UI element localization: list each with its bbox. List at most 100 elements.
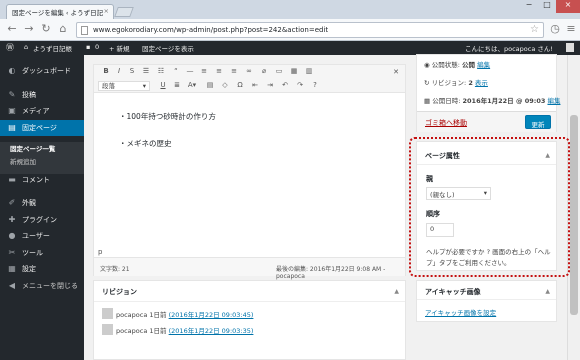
bookmark-star-icon[interactable]: ☆	[530, 24, 539, 35]
comments-count[interactable]: 0	[95, 43, 99, 51]
address-bar[interactable]: www.egokorodiary.com/wp-admin/post.php?p…	[76, 22, 544, 38]
sidebar-item-media[interactable]: ▣ メディア	[0, 103, 84, 119]
menu-icon[interactable]: ≡	[564, 22, 578, 36]
update-button[interactable]: 更新	[525, 115, 551, 129]
revision-link[interactable]: (2016年1月22日 09:03:35)	[169, 327, 254, 335]
content-line[interactable]: ・100年持つ砂時計の作り方	[119, 111, 216, 122]
toolbar-toggle-icon[interactable]: ▥	[303, 67, 315, 75]
sidebar-item-settings[interactable]: ▦ 設定	[0, 261, 84, 277]
redo-icon[interactable]: ↷	[294, 81, 306, 89]
publish-date: ▦ 公開日時: 2016年1月22日 @ 09:03 編集	[424, 95, 560, 105]
sidebar-item-label: 外観	[22, 199, 36, 207]
editor-toolbar: B I S ☰ ☷ “ — ≡ ≡ ≡ ∞ ⌀ ▭ ▦ ▥ ✕ 段落 ▾ U ≣ …	[94, 65, 405, 93]
strikethrough-icon[interactable]: S	[126, 67, 138, 75]
clear-format-icon[interactable]: ◇	[219, 81, 231, 89]
sidebar-item-posts[interactable]: ✎ 投稿	[0, 87, 84, 103]
link-icon[interactable]: ∞	[243, 67, 255, 75]
collapse-arrow-icon[interactable]: ▲	[545, 288, 550, 295]
close-tab-icon[interactable]: ×	[104, 7, 109, 15]
user-icon: ●	[8, 231, 16, 240]
wordpress-logo-icon[interactable]: Ⓦ	[6, 42, 14, 53]
sidebar-item-plugins[interactable]: ✚ プラグイン	[0, 212, 84, 228]
word-count: 文字数: 21	[100, 266, 130, 273]
revision-ago: 1日前	[149, 327, 167, 335]
format-select[interactable]: 段落 ▾	[98, 81, 150, 91]
distraction-free-icon[interactable]: ✕	[390, 68, 402, 76]
greeting[interactable]: こんにちは、pocapoca さん!	[465, 43, 553, 53]
extension-icon[interactable]: ◷	[548, 22, 562, 36]
revision-link[interactable]: (2016年1月22日 09:03:45)	[169, 311, 254, 319]
more-tag-icon[interactable]: ▭	[273, 67, 285, 75]
italic-icon[interactable]: I	[113, 67, 125, 75]
sidebar-item-dashboard[interactable]: ◐ ダッシュボード	[0, 63, 84, 79]
collapse-menu-button[interactable]: ◀ メニューを閉じる	[0, 278, 84, 294]
element-path: p	[98, 248, 103, 256]
publish-actions: ゴミ箱へ移動 更新	[417, 111, 556, 132]
url-text: www.egokorodiary.com/wp-admin/post.php?p…	[93, 26, 329, 34]
home-icon[interactable]: ⌂	[56, 22, 70, 36]
dashboard-icon: ◐	[8, 66, 16, 75]
sidebar-subitem-add-new[interactable]: 新規追加	[0, 156, 84, 166]
align-right-icon[interactable]: ≡	[228, 67, 240, 75]
help-icon[interactable]: ?	[309, 81, 321, 89]
comment-icon: ▬	[8, 175, 16, 184]
wp-admin-bar: Ⓦ ⌂ ようず日記帳 ▪ 0 + 新規 固定ページを表示 こんにちは、pocap…	[0, 41, 580, 55]
align-center-icon[interactable]: ≡	[213, 67, 225, 75]
browser-tab[interactable]: 固定ページを編集 ‹ ようず日記 ×	[6, 4, 114, 19]
settings-icon: ▦	[8, 264, 16, 273]
sidebar-item-pages[interactable]: ▤ 固定ページ	[0, 120, 84, 136]
eye-icon: ◉	[424, 61, 430, 69]
set-featured-image-link[interactable]: アイキャッチ画像を設定	[425, 307, 496, 317]
justify-icon[interactable]: ≣	[171, 81, 183, 89]
indent-icon[interactable]: ⇥	[264, 81, 276, 89]
sidebar-subitem-all-pages[interactable]: 固定ページ一覧	[0, 143, 84, 153]
outdent-icon[interactable]: ⇤	[249, 81, 261, 89]
status-label: 公開状態:	[431, 61, 460, 69]
site-name-link[interactable]: ようず日記帳	[33, 43, 72, 53]
sidebar-item-tools[interactable]: ✂ ツール	[0, 245, 84, 261]
revisions-label: リビジョン:	[431, 79, 467, 87]
wrench-icon: ✂	[8, 248, 16, 257]
view-page-link[interactable]: 固定ページを表示	[142, 43, 194, 53]
align-left-icon[interactable]: ≡	[198, 67, 210, 75]
forward-icon[interactable]: →	[22, 22, 36, 36]
avatar	[102, 308, 113, 319]
view-revisions-link[interactable]: 表示	[475, 79, 488, 87]
hr-icon[interactable]: —	[184, 67, 196, 75]
sidebar-item-appearance[interactable]: ✐ 外観	[0, 195, 84, 211]
comment-icon: ▪	[86, 43, 91, 51]
unlink-icon[interactable]: ⌀	[258, 67, 270, 75]
special-char-icon[interactable]: Ω	[234, 81, 246, 89]
brush-icon: ✐	[8, 198, 16, 207]
last-edited: 最後の編集: 2016年1月22日 9:08 AM - pocapoca	[276, 266, 386, 280]
revision-author: pocapoca	[116, 327, 148, 335]
tab-title: 固定ページを編集 ‹ ようず日記	[12, 9, 104, 17]
trash-link[interactable]: ゴミ箱へ移動	[425, 118, 467, 128]
bold-icon[interactable]: B	[100, 67, 112, 75]
blockquote-icon[interactable]: “	[170, 67, 182, 75]
content-line[interactable]: ・メギネの歴史	[119, 138, 172, 149]
sidebar-item-comments[interactable]: ▬ コメント	[0, 172, 84, 188]
text-color-icon[interactable]: A▾	[186, 81, 198, 89]
bullet-list-icon[interactable]: ☰	[140, 67, 152, 75]
avatar[interactable]	[566, 43, 574, 52]
close-window-icon[interactable]: ×	[556, 0, 580, 13]
new-tab-button[interactable]	[114, 7, 134, 17]
reload-icon[interactable]: ↻	[39, 22, 53, 36]
undo-icon[interactable]: ↶	[279, 81, 291, 89]
edit-date-link[interactable]: 編集	[547, 97, 560, 105]
sidebar-item-label: 投稿	[22, 91, 36, 99]
sidebar-item-users[interactable]: ● ユーザー	[0, 228, 84, 244]
divider	[417, 299, 556, 300]
collapse-arrow-icon[interactable]: ▲	[394, 288, 399, 295]
fullscreen-icon[interactable]: ▦	[288, 67, 300, 75]
edit-status-link[interactable]: 編集	[477, 61, 490, 69]
maximize-icon[interactable]: □	[538, 0, 556, 13]
scrollbar-thumb[interactable]	[570, 115, 578, 315]
numbered-list-icon[interactable]: ☷	[155, 67, 167, 75]
new-content-link[interactable]: + 新規	[109, 43, 130, 53]
paste-text-icon[interactable]: ▤	[204, 81, 216, 89]
back-icon[interactable]: ←	[5, 22, 19, 36]
underline-icon[interactable]: U	[157, 81, 169, 89]
minimize-icon[interactable]: −	[520, 0, 538, 13]
